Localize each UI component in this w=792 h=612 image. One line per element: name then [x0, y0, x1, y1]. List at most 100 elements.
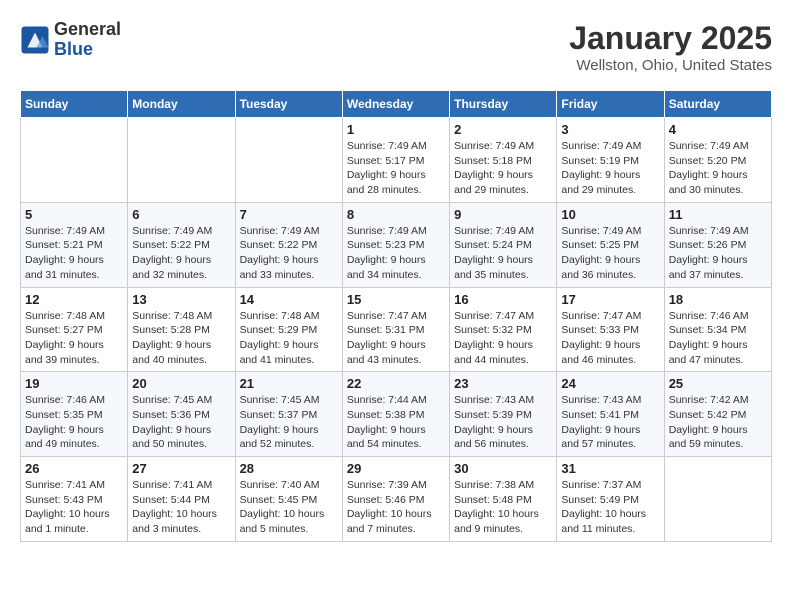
day-number: 5: [25, 207, 123, 222]
calendar-cell: 11 Sunrise: 7:49 AM Sunset: 5:26 PM Dayli…: [664, 202, 771, 287]
day-detail: Sunrise: 7:49 AM Sunset: 5:24 PM Dayligh…: [454, 224, 552, 283]
day-detail: Sunrise: 7:39 AM Sunset: 5:46 PM Dayligh…: [347, 478, 445, 537]
day-number: 29: [347, 461, 445, 476]
calendar-cell: 9Sunrise: 7:49 AM Sunset: 5:24 PM Daylig…: [450, 202, 557, 287]
day-number: 22: [347, 376, 445, 391]
day-number: 7: [240, 207, 338, 222]
calendar-cell: 18 Sunrise: 7:46 AM Sunset: 5:34 PM Dayli…: [664, 287, 771, 372]
calendar-cell: [664, 457, 771, 542]
calendar-cell: [21, 118, 128, 203]
day-detail: Sunrise: 7:43 AM Sunset: 5:39 PM Dayligh…: [454, 393, 552, 452]
calendar-week-3: 12 Sunrise: 7:48 AM Sunset: 5:27 PM Dayli…: [21, 287, 772, 372]
calendar-cell: 26Sunrise: 7:41 AM Sunset: 5:43 PM Dayli…: [21, 457, 128, 542]
day-header-sunday: Sunday: [21, 91, 128, 118]
day-number: 24: [561, 376, 659, 391]
day-detail: Sunrise: 7:40 AM Sunset: 5:45 PM Dayligh…: [240, 478, 338, 537]
calendar: SundayMondayTuesdayWednesdayThursdayFrid…: [20, 90, 772, 542]
day-detail: Sunrise: 7:47 AM Sunset: 5:31 PM Dayligh…: [347, 309, 445, 368]
day-detail: Sunrise: 7:48 AM Sunset: 5:29 PM Dayligh…: [240, 309, 338, 368]
day-detail: Sunrise: 7:49 AM Sunset: 5:22 PM Dayligh…: [132, 224, 230, 283]
calendar-cell: 15 Sunrise: 7:47 AM Sunset: 5:31 PM Dayli…: [342, 287, 449, 372]
day-detail: Sunrise: 7:37 AM Sunset: 5:49 PM Dayligh…: [561, 478, 659, 537]
calendar-cell: 6 Sunrise: 7:49 AM Sunset: 5:22 PM Daylig…: [128, 202, 235, 287]
day-detail: Sunrise: 7:41 AM Sunset: 5:43 PM Dayligh…: [25, 478, 123, 537]
calendar-cell: 3 Sunrise: 7:49 AM Sunset: 5:19 PM Daylig…: [557, 118, 664, 203]
calendar-cell: 4 Sunrise: 7:49 AM Sunset: 5:20 PM Daylig…: [664, 118, 771, 203]
day-number: 13: [132, 292, 230, 307]
day-header-monday: Monday: [128, 91, 235, 118]
day-detail: Sunrise: 7:48 AM Sunset: 5:28 PM Dayligh…: [132, 309, 230, 368]
day-header-tuesday: Tuesday: [235, 91, 342, 118]
calendar-cell: 30Sunrise: 7:38 AM Sunset: 5:48 PM Dayli…: [450, 457, 557, 542]
day-number: 6: [132, 207, 230, 222]
day-detail: Sunrise: 7:47 AM Sunset: 5:32 PM Dayligh…: [454, 309, 552, 368]
day-detail: Sunrise: 7:47 AM Sunset: 5:33 PM Dayligh…: [561, 309, 659, 368]
month-title: January 2025: [569, 20, 772, 57]
day-detail: Sunrise: 7:38 AM Sunset: 5:48 PM Dayligh…: [454, 478, 552, 537]
location: Wellston, Ohio, United States: [569, 57, 772, 74]
day-number: 17: [561, 292, 659, 307]
day-number: 31: [561, 461, 659, 476]
calendar-week-2: 5Sunrise: 7:49 AM Sunset: 5:21 PM Daylig…: [21, 202, 772, 287]
day-header-thursday: Thursday: [450, 91, 557, 118]
day-detail: Sunrise: 7:46 AM Sunset: 5:35 PM Dayligh…: [25, 393, 123, 452]
day-number: 10: [561, 207, 659, 222]
calendar-week-4: 19Sunrise: 7:46 AM Sunset: 5:35 PM Dayli…: [21, 372, 772, 457]
logo-text: General Blue: [54, 20, 121, 60]
day-number: 21: [240, 376, 338, 391]
day-number: 15: [347, 292, 445, 307]
logo-general: General: [54, 20, 121, 40]
day-number: 25: [669, 376, 767, 391]
calendar-cell: 28Sunrise: 7:40 AM Sunset: 5:45 PM Dayli…: [235, 457, 342, 542]
calendar-cell: 20Sunrise: 7:45 AM Sunset: 5:36 PM Dayli…: [128, 372, 235, 457]
day-number: 11: [669, 207, 767, 222]
day-detail: Sunrise: 7:41 AM Sunset: 5:44 PM Dayligh…: [132, 478, 230, 537]
day-number: 2: [454, 122, 552, 137]
day-detail: Sunrise: 7:44 AM Sunset: 5:38 PM Dayligh…: [347, 393, 445, 452]
day-detail: Sunrise: 7:49 AM Sunset: 5:17 PM Dayligh…: [347, 139, 445, 198]
calendar-cell: 12 Sunrise: 7:48 AM Sunset: 5:27 PM Dayli…: [21, 287, 128, 372]
day-detail: Sunrise: 7:49 AM Sunset: 5:20 PM Dayligh…: [669, 139, 767, 198]
calendar-week-5: 26Sunrise: 7:41 AM Sunset: 5:43 PM Dayli…: [21, 457, 772, 542]
day-header-friday: Friday: [557, 91, 664, 118]
day-number: 27: [132, 461, 230, 476]
calendar-cell: 16Sunrise: 7:47 AM Sunset: 5:32 PM Dayli…: [450, 287, 557, 372]
calendar-cell: 29 Sunrise: 7:39 AM Sunset: 5:46 PM Dayli…: [342, 457, 449, 542]
calendar-cell: 25 Sunrise: 7:42 AM Sunset: 5:42 PM Dayli…: [664, 372, 771, 457]
calendar-cell: 5Sunrise: 7:49 AM Sunset: 5:21 PM Daylig…: [21, 202, 128, 287]
day-number: 4: [669, 122, 767, 137]
title-block: January 2025 Wellston, Ohio, United Stat…: [569, 20, 772, 74]
calendar-cell: 8Sunrise: 7:49 AM Sunset: 5:23 PM Daylig…: [342, 202, 449, 287]
calendar-cell: [128, 118, 235, 203]
day-header-wednesday: Wednesday: [342, 91, 449, 118]
page-header: General Blue January 2025 Wellston, Ohio…: [20, 20, 772, 74]
calendar-cell: 2 Sunrise: 7:49 AM Sunset: 5:18 PM Daylig…: [450, 118, 557, 203]
calendar-cell: 17 Sunrise: 7:47 AM Sunset: 5:33 PM Dayli…: [557, 287, 664, 372]
logo-blue: Blue: [54, 40, 121, 60]
day-detail: Sunrise: 7:45 AM Sunset: 5:36 PM Dayligh…: [132, 393, 230, 452]
day-detail: Sunrise: 7:42 AM Sunset: 5:42 PM Dayligh…: [669, 393, 767, 452]
calendar-cell: 23 Sunrise: 7:43 AM Sunset: 5:39 PM Dayli…: [450, 372, 557, 457]
calendar-cell: 24 Sunrise: 7:43 AM Sunset: 5:41 PM Dayli…: [557, 372, 664, 457]
day-number: 3: [561, 122, 659, 137]
logo-icon: [20, 25, 50, 55]
day-number: 23: [454, 376, 552, 391]
day-detail: Sunrise: 7:49 AM Sunset: 5:18 PM Dayligh…: [454, 139, 552, 198]
calendar-cell: 14Sunrise: 7:48 AM Sunset: 5:29 PM Dayli…: [235, 287, 342, 372]
day-detail: Sunrise: 7:46 AM Sunset: 5:34 PM Dayligh…: [669, 309, 767, 368]
calendar-cell: 31 Sunrise: 7:37 AM Sunset: 5:49 PM Dayli…: [557, 457, 664, 542]
day-header-saturday: Saturday: [664, 91, 771, 118]
calendar-cell: 27 Sunrise: 7:41 AM Sunset: 5:44 PM Dayli…: [128, 457, 235, 542]
day-number: 18: [669, 292, 767, 307]
day-number: 12: [25, 292, 123, 307]
day-detail: Sunrise: 7:43 AM Sunset: 5:41 PM Dayligh…: [561, 393, 659, 452]
day-detail: Sunrise: 7:49 AM Sunset: 5:26 PM Dayligh…: [669, 224, 767, 283]
calendar-header-row: SundayMondayTuesdayWednesdayThursdayFrid…: [21, 91, 772, 118]
day-detail: Sunrise: 7:48 AM Sunset: 5:27 PM Dayligh…: [25, 309, 123, 368]
day-number: 8: [347, 207, 445, 222]
calendar-cell: 22 Sunrise: 7:44 AM Sunset: 5:38 PM Dayli…: [342, 372, 449, 457]
calendar-cell: 1Sunrise: 7:49 AM Sunset: 5:17 PM Daylig…: [342, 118, 449, 203]
day-detail: Sunrise: 7:49 AM Sunset: 5:22 PM Dayligh…: [240, 224, 338, 283]
calendar-cell: 7 Sunrise: 7:49 AM Sunset: 5:22 PM Daylig…: [235, 202, 342, 287]
day-detail: Sunrise: 7:49 AM Sunset: 5:19 PM Dayligh…: [561, 139, 659, 198]
